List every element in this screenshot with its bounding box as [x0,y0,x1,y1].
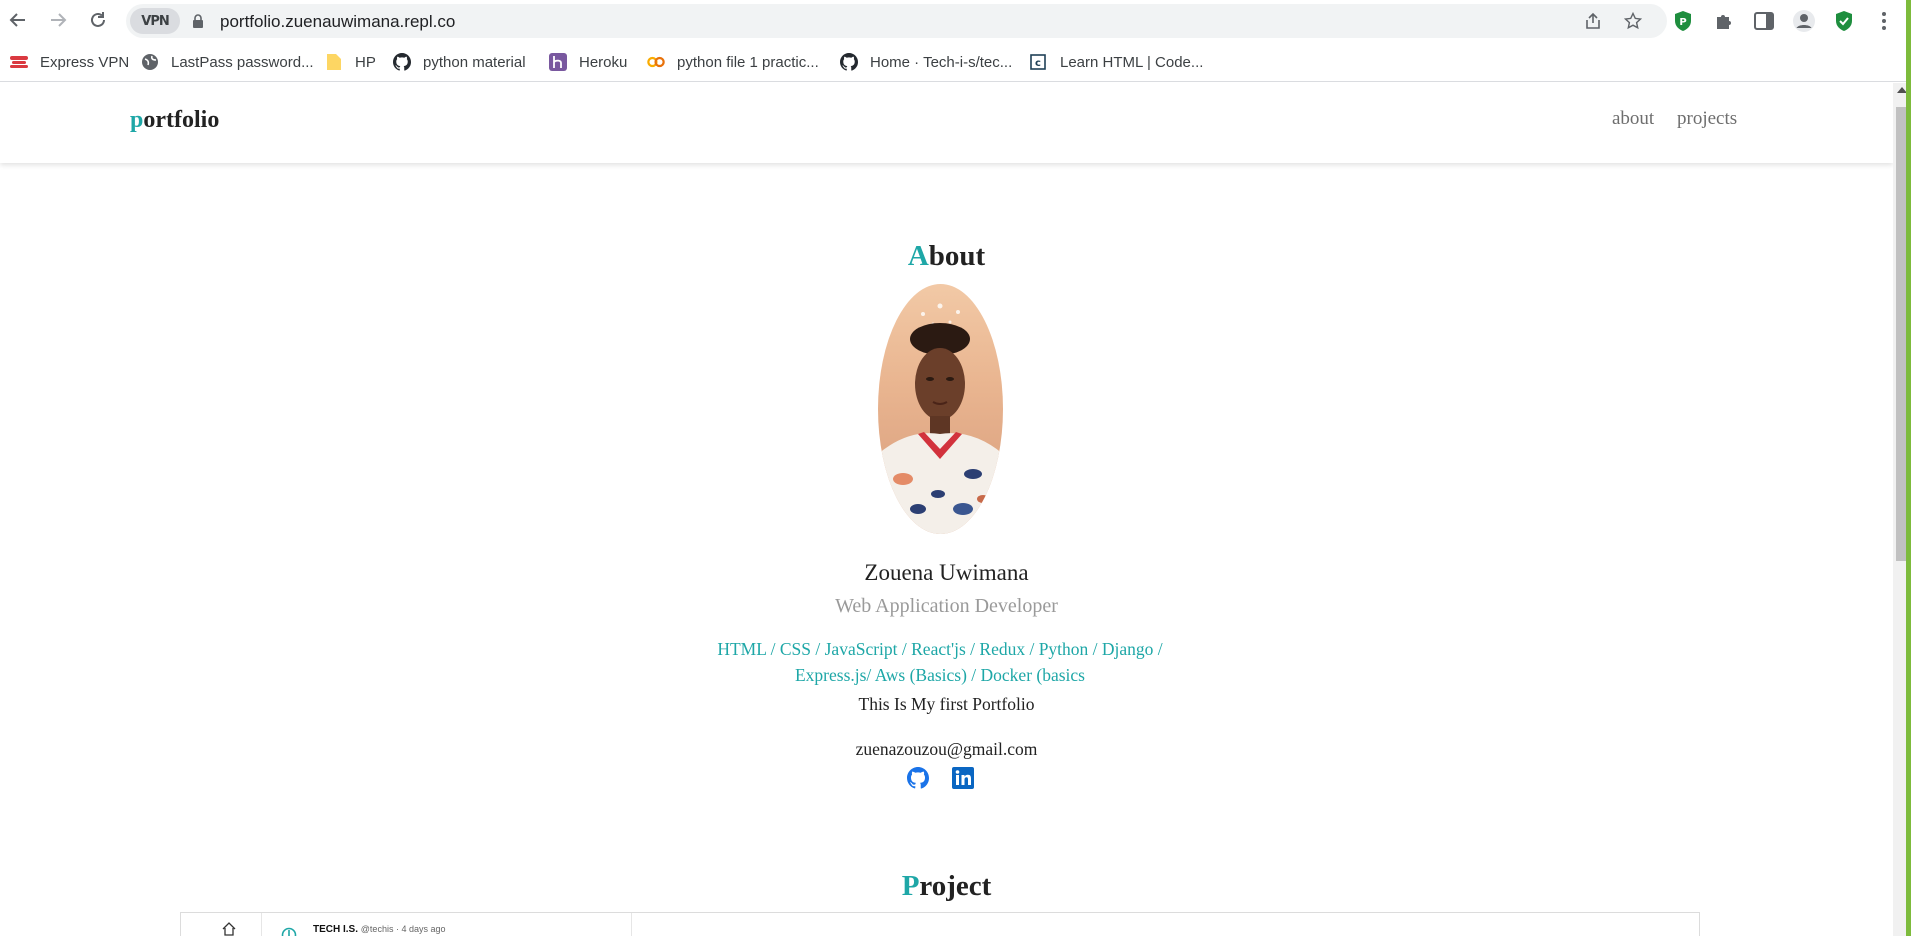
heroku-icon [549,53,567,71]
back-arrow-icon [9,13,25,27]
profile-avatar-icon[interactable] [1792,9,1816,33]
preview-author-name: TECH I.S. [313,924,359,935]
svg-text:c: c [1035,58,1041,69]
globe-icon [141,53,159,71]
contact-email[interactable]: zuenazouzou@gmail.com [0,739,1893,760]
folder-icon [325,53,343,71]
bookmark-label: HP [355,53,376,71]
skills-list: HTML / CSS / JavaScript / React'js / Red… [700,636,1180,688]
github-icon[interactable] [907,767,930,789]
bookmark-star-icon[interactable] [1623,11,1643,31]
portfolio-tagline: This Is My first Portfolio [858,694,1035,714]
profile-photo [878,284,1003,534]
logo-text: ortfolio [143,107,220,133]
bookmark-label: python file 1 practic... [677,53,819,71]
side-panel-icon[interactable] [1752,9,1776,33]
logo-accent-letter: p [130,107,144,133]
bookmark-label: Express VPN [40,53,130,71]
bookmark-label: LastPass password... [171,53,314,71]
bookmark-python-material[interactable]: python material [393,50,526,74]
skills-line: HTML / CSS / JavaScript / React'js / Red… [717,639,1163,659]
window-edge [1906,0,1911,936]
bookmark-label: Heroku [579,53,628,71]
colab-icon [647,53,665,71]
preview-author: TECH I.S. @techis · 4 days ago [313,924,445,935]
bookmark-tech-i-s[interactable]: Home · Tech-i-s/tec... [840,50,1012,74]
reload-icon [91,12,105,27]
bookmark-learn-html[interactable]: c Learn HTML | Code... [1030,50,1203,74]
developer-role: Web Application Developer [835,595,1058,617]
bookmarks-bar: Express VPN LastPass password... HP pyth… [0,42,1911,82]
security-shield-icon[interactable] [1832,9,1856,33]
extensions-puzzle-icon[interactable] [1712,9,1736,33]
lock-icon[interactable] [192,14,204,28]
preview-divider [261,913,262,936]
github-icon [393,53,411,71]
back-button[interactable] [4,6,32,34]
page-viewport: portfolio about projects About Zouena Uw… [0,83,1893,936]
reload-button[interactable] [84,6,112,34]
bookmark-label: Learn HTML | Code... [1060,53,1204,71]
heading-accent-letter: P [901,870,920,902]
skills-line: Express.js/ Aws (Basics) / Docker (basic… [794,665,1085,685]
share-icon[interactable] [1583,11,1603,31]
forward-button[interactable] [44,6,72,34]
developer-name: Zouena Uwimana [864,560,1029,585]
about-heading: About [0,240,1893,273]
linkedin-icon[interactable] [952,767,974,789]
forward-arrow-icon [51,13,67,27]
heading-text: roject [919,870,992,902]
address-bar[interactable]: VPN portfolio.zuenauwimana.repl.co [126,4,1667,38]
bookmark-label: python material [423,53,526,71]
site-header: portfolio about projects [0,83,1893,163]
site-logo[interactable]: portfolio [130,107,219,134]
tech-is-logo-icon [281,927,297,936]
url-text[interactable]: portfolio.zuenauwimana.repl.co [220,12,455,32]
github-icon [840,53,858,71]
heading-accent-letter: A [907,240,929,272]
preview-divider [631,913,632,936]
bookmark-express-vpn[interactable]: Express VPN [10,50,129,74]
bookmark-lastpass[interactable]: LastPass password... [141,50,314,74]
browser-menu-icon[interactable] [1872,9,1896,33]
preview-meta: @techis · 4 days ago [360,924,446,934]
codecademy-icon: c [1030,53,1048,71]
project-preview[interactable]: TECH I.S. @techis · 4 days ago [180,912,1700,936]
project-heading: Project [0,870,1893,903]
bookmark-label: Home · Tech-i-s/tec... [870,53,1013,71]
bookmark-hp[interactable]: HP [325,50,376,74]
home-icon[interactable] [221,921,237,936]
expressvpn-icon [10,53,28,71]
nav-link-about[interactable]: about [1612,108,1654,130]
bookmark-python-file[interactable]: python file 1 practic... [647,50,819,74]
nav-link-projects[interactable]: projects [1677,108,1737,130]
browser-toolbar: VPN portfolio.zuenauwimana.repl.co P [0,0,1911,42]
bookmark-heroku[interactable]: Heroku [549,50,627,74]
shield-extension-icon[interactable]: P [1671,9,1695,33]
heading-text: bout [928,240,986,272]
svg-text:P: P [1679,17,1686,28]
vpn-label: VPN [141,13,169,29]
vpn-chip[interactable]: VPN [130,8,180,34]
